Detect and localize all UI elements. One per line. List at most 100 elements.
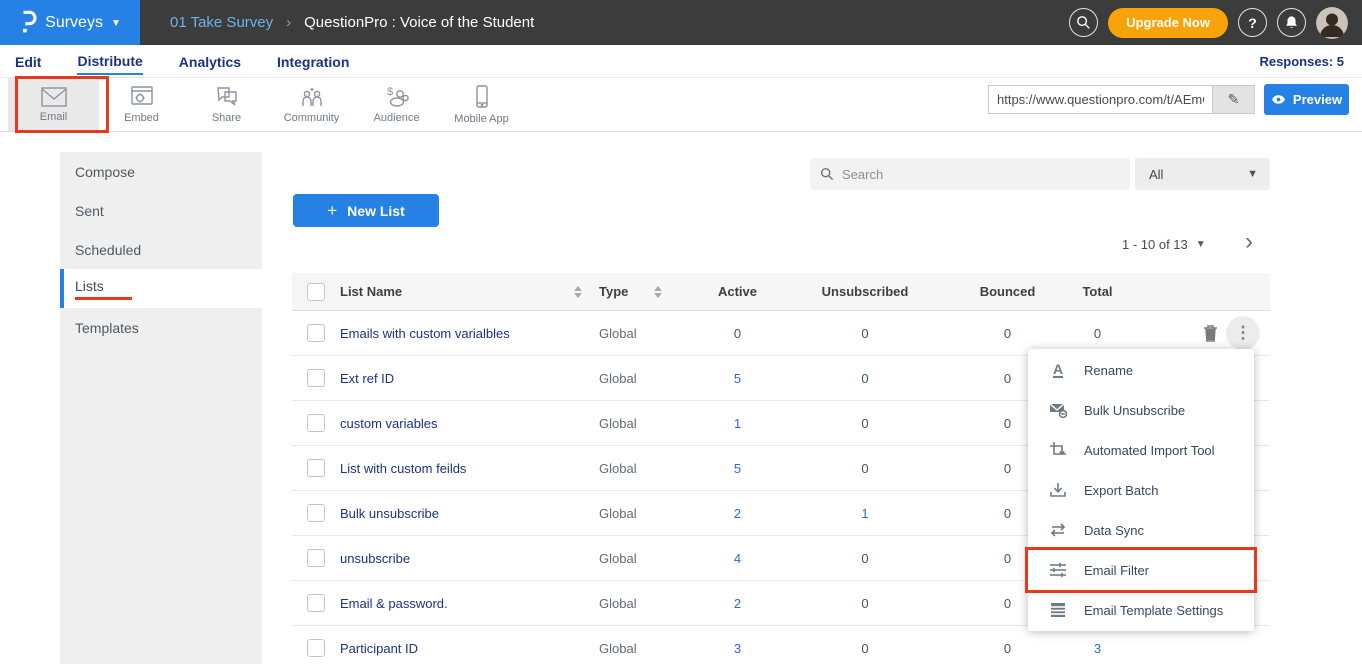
- bell-icon: [1284, 15, 1299, 30]
- active-count[interactable]: 2: [690, 506, 785, 521]
- list-name-link[interactable]: Participant ID: [340, 641, 418, 656]
- list-name-link[interactable]: Ext ref ID: [340, 371, 394, 386]
- unsubscribed-count[interactable]: 0: [785, 551, 945, 566]
- notifications-button[interactable]: [1277, 8, 1306, 37]
- plus-icon: +: [327, 201, 337, 221]
- help-button[interactable]: ?: [1238, 8, 1267, 37]
- breadcrumb-separator: ›: [286, 14, 291, 31]
- total-count[interactable]: 0: [1070, 326, 1125, 341]
- unsubscribed-count[interactable]: 0: [785, 326, 945, 341]
- user-avatar[interactable]: [1316, 7, 1348, 39]
- search-input[interactable]: [842, 167, 1120, 182]
- list-name-link[interactable]: unsubscribe: [340, 551, 410, 566]
- chevron-down-icon: ▼: [1247, 168, 1258, 180]
- unsubscribed-count[interactable]: 0: [785, 596, 945, 611]
- unsubscribed-count[interactable]: 0: [785, 371, 945, 386]
- row-checkbox[interactable]: [307, 639, 325, 657]
- row-checkbox[interactable]: [307, 504, 325, 522]
- channel-embed[interactable]: Embed: [99, 78, 184, 131]
- active-count[interactable]: 5: [690, 371, 785, 386]
- survey-url-input[interactable]: [989, 86, 1212, 113]
- search-button[interactable]: [1069, 8, 1098, 37]
- row-context-menu: A Rename Bulk Unsubscribe Automated Impo…: [1028, 349, 1254, 631]
- tab-integration[interactable]: Integration: [277, 48, 349, 74]
- share-chat-icon: [215, 86, 239, 108]
- menu-item-export-batch[interactable]: Export Batch: [1028, 470, 1254, 510]
- sort-type-icon[interactable]: [654, 286, 662, 298]
- audience-dollar-people-icon: $: [384, 86, 410, 108]
- email-sidebar: Compose Sent Scheduled Lists Templates: [60, 152, 262, 664]
- rename-icon: A: [1048, 362, 1068, 378]
- surveys-menu[interactable]: Surveys ▼: [0, 0, 140, 45]
- svg-text:$: $: [387, 86, 393, 98]
- list-filter-dropdown[interactable]: All ▼: [1135, 158, 1270, 190]
- sync-arrows-icon: [1048, 522, 1068, 538]
- upgrade-now-button[interactable]: Upgrade Now: [1108, 8, 1228, 38]
- tab-analytics[interactable]: Analytics: [179, 48, 241, 74]
- email-envelope-icon: [41, 87, 67, 107]
- menu-item-email-filter[interactable]: Email Filter: [1028, 550, 1254, 590]
- breadcrumb-survey-link[interactable]: 01 Take Survey: [170, 14, 273, 31]
- header-type: Type: [599, 284, 628, 299]
- channel-email[interactable]: Email: [8, 78, 99, 131]
- menu-item-bulk-unsubscribe[interactable]: Bulk Unsubscribe: [1028, 390, 1254, 430]
- channel-share[interactable]: Share: [184, 78, 269, 131]
- product-name: Surveys: [45, 14, 103, 32]
- channel-community[interactable]: Community: [269, 78, 354, 131]
- list-name-link[interactable]: custom variables: [340, 416, 438, 431]
- header-list-name: List Name: [340, 284, 402, 299]
- channel-audience[interactable]: $ Audience: [354, 78, 439, 131]
- sort-list-name-icon[interactable]: [574, 286, 582, 298]
- bounced-count[interactable]: 0: [945, 641, 1070, 656]
- sidebar-item-scheduled[interactable]: Scheduled: [60, 230, 262, 269]
- header-unsubscribed: Unsubscribed: [785, 284, 945, 299]
- pagination-dropdown[interactable]: 1 - 10 of 13 ▼: [1122, 237, 1206, 252]
- questionpro-logo-icon: [19, 10, 37, 35]
- active-count[interactable]: 4: [690, 551, 785, 566]
- list-name-link[interactable]: Email & password.: [340, 596, 448, 611]
- row-menu-button[interactable]: ⋮: [1226, 316, 1260, 350]
- row-checkbox[interactable]: [307, 324, 325, 342]
- unsubscribed-count[interactable]: 0: [785, 416, 945, 431]
- row-checkbox[interactable]: [307, 369, 325, 387]
- channel-mobile-app[interactable]: Mobile App: [439, 78, 524, 131]
- header-bounced: Bounced: [945, 284, 1070, 299]
- bounced-count[interactable]: 0: [945, 326, 1070, 341]
- active-count[interactable]: 3: [690, 641, 785, 656]
- menu-item-rename[interactable]: A Rename: [1028, 350, 1254, 390]
- responses-count[interactable]: Responses: 5: [1259, 54, 1344, 69]
- new-list-button[interactable]: + New List: [293, 194, 439, 227]
- menu-item-email-template-settings[interactable]: Email Template Settings: [1028, 590, 1254, 630]
- list-name-link[interactable]: List with custom feilds: [340, 461, 466, 476]
- community-people-icon: [299, 86, 325, 108]
- unsubscribed-count[interactable]: 1: [785, 506, 945, 521]
- row-checkbox[interactable]: [307, 414, 325, 432]
- preview-button[interactable]: Preview: [1264, 84, 1349, 115]
- row-checkbox[interactable]: [307, 459, 325, 477]
- row-checkbox[interactable]: [307, 549, 325, 567]
- breadcrumb: 01 Take Survey › QuestionPro : Voice of …: [170, 14, 534, 31]
- sidebar-item-templates[interactable]: Templates: [60, 308, 262, 347]
- active-count[interactable]: 5: [690, 461, 785, 476]
- active-count[interactable]: 2: [690, 596, 785, 611]
- total-count[interactable]: 3: [1070, 641, 1125, 656]
- menu-item-data-sync[interactable]: Data Sync: [1028, 510, 1254, 550]
- list-name-link[interactable]: Bulk unsubscribe: [340, 506, 439, 521]
- sidebar-item-compose[interactable]: Compose: [60, 152, 262, 191]
- select-all-checkbox[interactable]: [307, 283, 325, 301]
- menu-item-automated-import-tool[interactable]: Automated Import Tool: [1028, 430, 1254, 470]
- active-count[interactable]: 1: [690, 416, 785, 431]
- edit-url-button[interactable]: ✎: [1212, 86, 1254, 113]
- row-checkbox[interactable]: [307, 594, 325, 612]
- list-name-link[interactable]: Emails with custom varialbles: [340, 326, 510, 341]
- next-page-button[interactable]: ›: [1237, 227, 1261, 257]
- delete-list-button[interactable]: [1203, 324, 1218, 342]
- active-count[interactable]: 0: [690, 326, 785, 341]
- tab-distribute[interactable]: Distribute: [77, 47, 142, 75]
- tab-edit[interactable]: Edit: [15, 48, 41, 74]
- sidebar-item-lists[interactable]: Lists: [60, 269, 262, 308]
- sidebar-item-sent[interactable]: Sent: [60, 191, 262, 230]
- pagination-range: 1 - 10 of 13: [1122, 237, 1188, 252]
- unsubscribed-count[interactable]: 0: [785, 641, 945, 656]
- unsubscribed-count[interactable]: 0: [785, 461, 945, 476]
